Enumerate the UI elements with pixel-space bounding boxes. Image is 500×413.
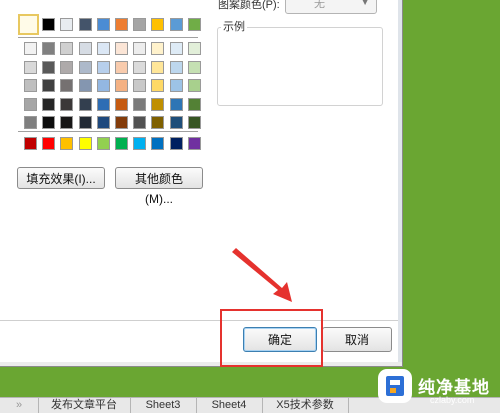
watermark-url: czlaby.com — [430, 395, 475, 405]
standard-color-swatch[interactable] — [24, 137, 37, 150]
tint-color-swatch[interactable] — [78, 116, 92, 130]
annotation-arrow-icon — [232, 248, 292, 302]
tint-color-swatch[interactable] — [151, 60, 165, 74]
tint-color-swatch[interactable] — [60, 97, 74, 111]
tint-color-swatch[interactable] — [42, 116, 56, 130]
more-colors-button[interactable]: 其他颜色(M)... — [115, 167, 203, 206]
tint-color-swatch[interactable] — [24, 97, 37, 111]
sheet-tab-bar: » 发布文章平台 Sheet3 Sheet4 X5技术参数 — [0, 397, 500, 413]
tint-color-swatch[interactable] — [96, 97, 110, 111]
theme-color-swatch[interactable] — [96, 18, 110, 31]
theme-color-swatch[interactable] — [169, 18, 183, 31]
theme-color-swatch[interactable] — [42, 18, 56, 31]
standard-color-swatch[interactable] — [96, 137, 110, 150]
tint-color-swatch[interactable] — [42, 42, 56, 55]
theme-color-swatch[interactable] — [60, 18, 74, 31]
tint-color-swatch[interactable] — [169, 116, 183, 130]
tint-color-swatch[interactable] — [151, 79, 165, 93]
watermark-logo-icon — [378, 369, 412, 403]
fill-effects-button[interactable]: 填充效果(I)... — [17, 167, 105, 189]
tint-color-swatch[interactable] — [24, 116, 37, 130]
no-color-swatch-selected[interactable] — [18, 14, 39, 35]
standard-color-swatch[interactable] — [60, 137, 74, 150]
tint-color-swatch[interactable] — [169, 79, 183, 93]
tint-color-swatch[interactable] — [151, 97, 165, 111]
tint-color-swatch[interactable] — [133, 97, 147, 111]
tint-color-swatch[interactable] — [169, 60, 183, 74]
tint-color-swatch[interactable] — [60, 79, 74, 93]
tint-color-swatch[interactable] — [78, 42, 92, 55]
sheet-tab[interactable]: X5技术参数 — [262, 398, 349, 413]
tint-color-swatch[interactable] — [133, 116, 147, 130]
pattern-color-value: 无 — [314, 0, 325, 10]
tint-color-swatch[interactable] — [115, 79, 128, 93]
dialog-body: 填充效果(I)... 其他颜色(M)... 图案颜色(P): 无 ▼ 示例 确定… — [0, 0, 402, 362]
tint-color-swatch[interactable] — [115, 42, 128, 55]
cancel-button[interactable]: 取消 — [322, 327, 392, 352]
tint-color-swatch[interactable] — [187, 60, 201, 74]
sample-preview-box — [217, 27, 383, 106]
annotation-highlight-box — [220, 309, 323, 367]
tint-color-swatch[interactable] — [96, 79, 110, 93]
tint-color-swatch[interactable] — [42, 79, 56, 93]
tint-color-swatch[interactable] — [24, 42, 37, 55]
sheet-tab[interactable]: Sheet4 — [196, 398, 263, 413]
tint-color-swatch[interactable] — [187, 116, 201, 130]
tint-color-swatch[interactable] — [96, 116, 110, 130]
tint-color-swatch[interactable] — [24, 79, 37, 93]
footer-divider — [0, 320, 398, 321]
standard-color-swatch[interactable] — [151, 137, 165, 150]
standard-color-swatch[interactable] — [78, 137, 92, 150]
tab-scroll-icon[interactable]: » — [0, 398, 39, 413]
tint-color-swatch[interactable] — [169, 97, 183, 111]
standard-color-swatch[interactable] — [115, 137, 128, 150]
tint-color-swatch[interactable] — [151, 42, 165, 55]
tint-color-swatch[interactable] — [115, 97, 128, 111]
tint-color-swatch[interactable] — [187, 79, 201, 93]
tint-color-swatch[interactable] — [151, 116, 165, 130]
tint-color-swatch[interactable] — [60, 60, 74, 74]
tint-color-swatch[interactable] — [133, 60, 147, 74]
sample-label: 示例 — [221, 18, 247, 34]
theme-color-swatch[interactable] — [133, 18, 147, 31]
sheet-tab[interactable]: Sheet3 — [130, 398, 197, 413]
standard-color-swatch[interactable] — [133, 137, 147, 150]
sheet-tab[interactable]: 发布文章平台 — [38, 398, 131, 413]
standard-color-swatch[interactable] — [42, 137, 56, 150]
theme-color-swatch[interactable] — [78, 18, 92, 31]
theme-color-swatch[interactable] — [115, 18, 128, 31]
tint-color-swatch[interactable] — [187, 97, 201, 111]
tint-color-swatch[interactable] — [78, 60, 92, 74]
pattern-color-label: 图案颜色(P): — [218, 0, 280, 11]
palette-divider — [18, 131, 198, 132]
tint-color-swatch[interactable] — [133, 79, 147, 93]
tint-color-swatch[interactable] — [78, 97, 92, 111]
chevron-down-icon: ▼ — [360, 0, 370, 8]
pattern-color-select[interactable]: 无 ▼ — [285, 0, 377, 14]
tint-color-swatch[interactable] — [96, 60, 110, 74]
tint-color-swatch[interactable] — [115, 116, 128, 130]
tint-color-swatch[interactable] — [96, 42, 110, 55]
tint-color-swatch[interactable] — [60, 42, 74, 55]
tint-color-swatch[interactable] — [78, 79, 92, 93]
tint-color-swatch[interactable] — [42, 97, 56, 111]
tint-color-swatch[interactable] — [187, 42, 201, 55]
theme-color-swatch[interactable] — [151, 18, 165, 31]
theme-color-swatch[interactable] — [187, 18, 201, 31]
tint-color-swatch[interactable] — [115, 60, 128, 74]
tint-color-swatch[interactable] — [42, 60, 56, 74]
tint-color-swatch[interactable] — [133, 42, 147, 55]
standard-color-swatch[interactable] — [187, 137, 201, 150]
tint-color-swatch[interactable] — [60, 116, 74, 130]
standard-color-swatch[interactable] — [169, 137, 183, 150]
tint-color-swatch[interactable] — [169, 42, 183, 55]
palette-divider — [18, 37, 198, 38]
tint-color-swatch[interactable] — [24, 60, 37, 74]
fill-dialog: 填充效果(I)... 其他颜色(M)... 图案颜色(P): 无 ▼ 示例 确定… — [0, 0, 403, 367]
